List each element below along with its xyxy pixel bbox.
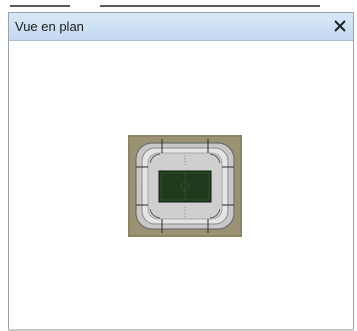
plan-view-panel: Vue en plan [8, 12, 354, 330]
panel-title: Vue en plan [15, 19, 84, 34]
stadium-plan-image [128, 135, 242, 237]
toolbar-edge-mark [10, 5, 70, 7]
toolbar-edge-mark [100, 5, 320, 7]
top-strip [0, 0, 357, 12]
close-icon[interactable] [331, 17, 349, 35]
panel-titlebar[interactable]: Vue en plan [9, 13, 353, 41]
plan-view-canvas[interactable] [9, 41, 353, 329]
